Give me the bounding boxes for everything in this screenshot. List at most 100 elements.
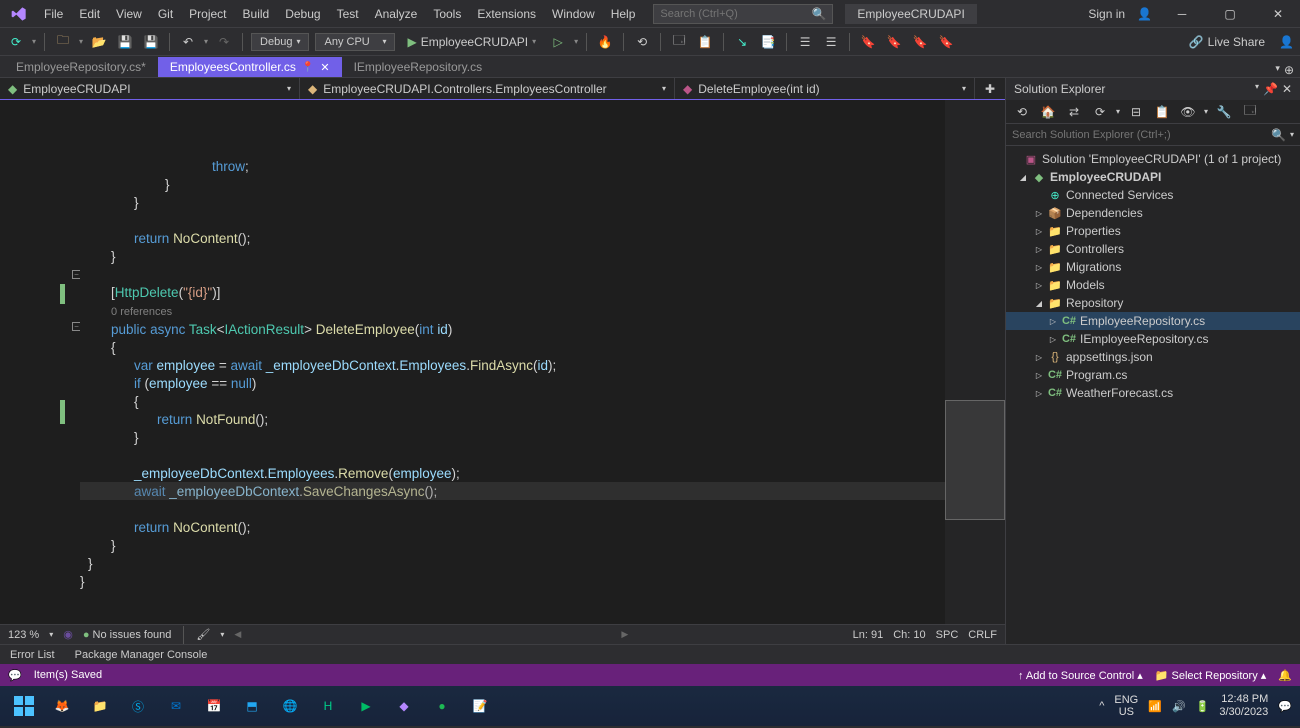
tray-notifications-icon[interactable]: 💬 [1278, 700, 1292, 713]
tb-icon[interactable]: 📑 [758, 32, 778, 52]
sln-preview-icon[interactable]: 👁 [1178, 102, 1198, 122]
menu-view[interactable]: View [108, 3, 150, 25]
sln-home-icon[interactable]: 🏠 [1038, 102, 1058, 122]
visualstudio-icon[interactable]: ◆ [388, 690, 420, 722]
sln-properties-icon[interactable]: 🔧 [1214, 102, 1234, 122]
menu-window[interactable]: Window [544, 3, 603, 25]
menu-tools[interactable]: Tools [425, 3, 469, 25]
tree-item[interactable]: ▷📦Dependencies [1006, 204, 1300, 222]
navbar-member-dropdown[interactable]: ◆ DeleteEmployee(int id)▾ [675, 78, 975, 99]
tb-icon[interactable]: 🔖 [910, 32, 930, 52]
notepad-icon[interactable]: 📝 [464, 690, 496, 722]
tb-icon[interactable]: 📋 [695, 32, 715, 52]
sln-search[interactable]: 🔍 ▾ [1006, 124, 1300, 146]
indent-indicator[interactable]: SPC [936, 629, 959, 641]
panel-dropdown-icon[interactable]: ▾ [1255, 82, 1259, 96]
solution-root[interactable]: ▣Solution 'EmployeeCRUDAPI' (1 of 1 proj… [1006, 150, 1300, 168]
tray-lang[interactable]: ENG [1114, 694, 1138, 706]
explorer-icon[interactable]: 📁 [84, 690, 116, 722]
tray-chevron-icon[interactable]: ^ [1099, 700, 1104, 712]
split-icon[interactable]: ✚ [985, 82, 995, 96]
file-tab[interactable]: IEmployeeRepository.cs [342, 57, 495, 77]
platform-dropdown[interactable]: Any CPU▾ [315, 33, 395, 51]
run-button[interactable]: ▶ EmployeeCRUDAPI ▾ [401, 33, 542, 51]
app-icon[interactable]: H [312, 690, 344, 722]
sln-refresh-icon[interactable]: ⟳ [1090, 102, 1110, 122]
sln-view-icon[interactable]: 🗔 [1240, 102, 1260, 122]
issues-indicator[interactable]: ● No issues found [83, 629, 172, 641]
sln-sync-icon[interactable]: ⇄ [1064, 102, 1084, 122]
tree-item[interactable]: ▷C#IEmployeeRepository.cs [1006, 330, 1300, 348]
tab-dropdown-icon[interactable]: ▾ [1275, 63, 1280, 77]
config-dropdown[interactable]: Debug▾ [251, 33, 309, 51]
source-control-dropdown[interactable]: ↑ Add to Source Control ▴ [1018, 669, 1143, 682]
redo-button[interactable]: ↷ [214, 32, 234, 52]
file-tab[interactable]: EmployeeRepository.cs* [4, 57, 158, 77]
cleanup-icon[interactable]: 🖌 [196, 628, 210, 641]
bottom-tab[interactable]: Package Manager Console [65, 647, 218, 663]
repo-dropdown[interactable]: 📁 Select Repository ▴ [1155, 669, 1267, 682]
menu-analyze[interactable]: Analyze [367, 3, 426, 25]
undo-button[interactable]: ↶ [178, 32, 198, 52]
sln-search-input[interactable] [1012, 129, 1271, 141]
line-indicator[interactable]: Ln: 91 [853, 629, 884, 641]
panel-close-icon[interactable]: ✕ [1282, 82, 1292, 96]
navbar-class-dropdown[interactable]: ◆ EmployeeCRUDAPI.Controllers.EmployeesC… [300, 78, 675, 99]
browser-link-icon[interactable]: ⟲ [632, 32, 652, 52]
comment-button[interactable]: ☰ [795, 32, 815, 52]
menu-file[interactable]: File [36, 3, 71, 25]
global-search[interactable]: 🔍 [653, 4, 833, 24]
pin-icon[interactable]: 📍 [302, 62, 314, 73]
mail-icon[interactable]: ✉ [160, 690, 192, 722]
nav-back-button[interactable]: ⟳ [6, 32, 26, 52]
tree-item[interactable]: ▷C#WeatherForecast.cs [1006, 384, 1300, 402]
feedback-icon[interactable]: 👤 [1279, 35, 1294, 49]
navbar-project-dropdown[interactable]: ◆ EmployeeCRUDAPI▾ [0, 78, 300, 99]
tab-overflow-icon[interactable]: ⊕ [1284, 63, 1294, 77]
hot-reload-icon[interactable]: 🔥 [595, 32, 615, 52]
tree-item[interactable]: ◢📁Repository [1006, 294, 1300, 312]
start-button[interactable] [8, 690, 40, 722]
window-close-button[interactable]: ✕ [1260, 0, 1296, 28]
code-editor[interactable]: throw; } } return NoContent(); } [HttpDe… [80, 100, 945, 624]
menu-test[interactable]: Test [329, 3, 367, 25]
live-share-label[interactable]: Live Share [1208, 35, 1265, 49]
search-input[interactable] [660, 8, 810, 20]
project-node[interactable]: ◢◆EmployeeCRUDAPI [1006, 168, 1300, 186]
tree-item[interactable]: ▷C#EmployeeRepository.cs [1006, 312, 1300, 330]
calendar-icon[interactable]: 📅 [198, 690, 230, 722]
signin-link[interactable]: Sign in [1088, 7, 1125, 21]
app-icon[interactable]: ▶ [350, 690, 382, 722]
sln-back-icon[interactable]: ⟲ [1012, 102, 1032, 122]
skype-icon[interactable]: Ⓢ [122, 690, 154, 722]
tree-item[interactable]: ▷{}appsettings.json [1006, 348, 1300, 366]
live-share-icon[interactable]: 🔗 [1189, 35, 1204, 49]
col-indicator[interactable]: Ch: 10 [893, 629, 925, 641]
minimap-viewport[interactable] [945, 400, 1005, 520]
tree-item[interactable]: ⊕Connected Services [1006, 186, 1300, 204]
tray-time[interactable]: 12:48 PM [1219, 693, 1268, 706]
health-icon[interactable]: ◉ [63, 628, 73, 641]
menu-debug[interactable]: Debug [277, 3, 328, 25]
tb-icon[interactable]: 🔖 [936, 32, 956, 52]
vscode-icon[interactable]: ⬒ [236, 690, 268, 722]
minimap[interactable] [945, 100, 1005, 624]
window-minimize-button[interactable]: ─ [1164, 0, 1200, 28]
save-button[interactable]: 💾 [115, 32, 135, 52]
tray-volume-icon[interactable]: 🔊 [1172, 700, 1186, 713]
firefox-icon[interactable]: 🦊 [46, 690, 78, 722]
bookmark-button[interactable]: 🔖 [858, 32, 878, 52]
tray-wifi-icon[interactable]: 📶 [1148, 700, 1162, 713]
menu-edit[interactable]: Edit [71, 3, 108, 25]
file-tab[interactable]: EmployeesController.cs📍✕ [158, 57, 342, 77]
panel-pin-icon[interactable]: 📌 [1263, 82, 1278, 96]
tree-item[interactable]: ▷📁Controllers [1006, 240, 1300, 258]
open-file-button[interactable]: 📂 [89, 32, 109, 52]
tree-item[interactable]: ▷📁Properties [1006, 222, 1300, 240]
bottom-tab[interactable]: Error List [0, 647, 65, 663]
uncomment-button[interactable]: ☰ [821, 32, 841, 52]
tb-icon[interactable]: 🗔 [669, 32, 689, 52]
menu-git[interactable]: Git [150, 3, 181, 25]
run-no-debug-button[interactable]: ▷ [548, 32, 568, 52]
menu-extensions[interactable]: Extensions [469, 3, 544, 25]
